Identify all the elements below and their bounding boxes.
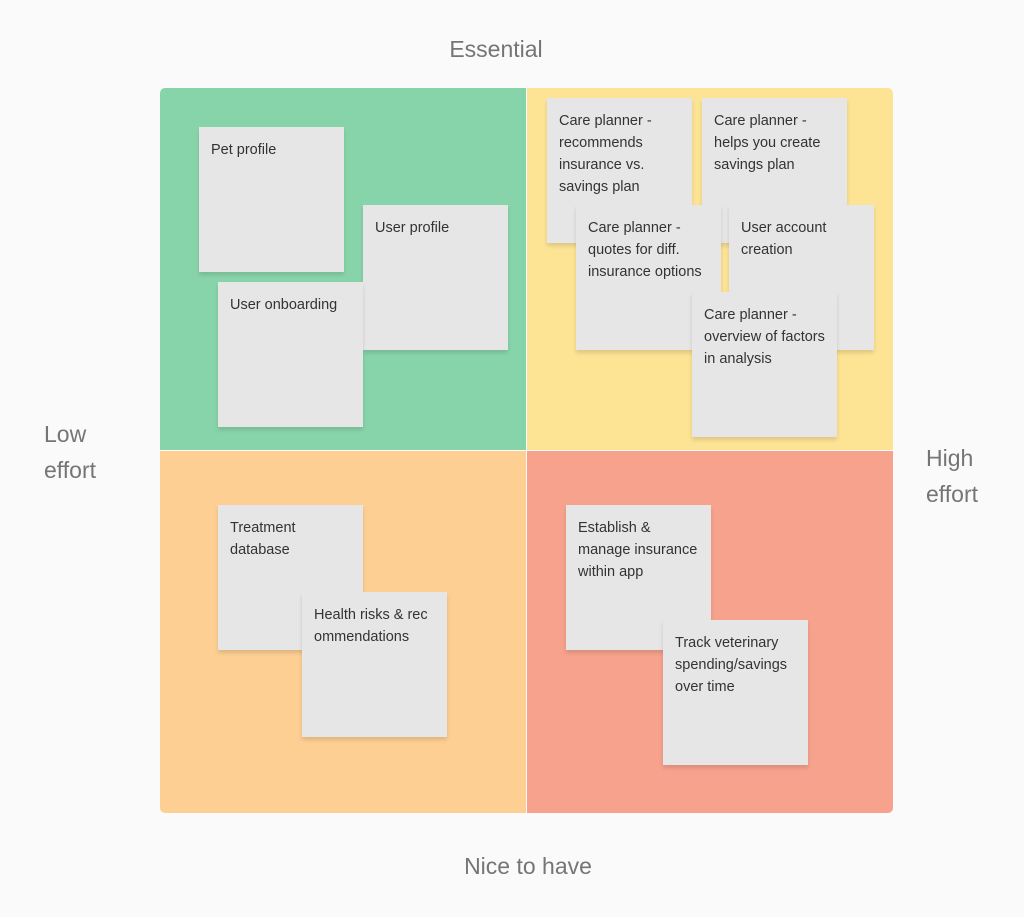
axis-label-low-effort: Low effort [44,421,96,483]
sticky-note[interactable]: User profile [363,205,508,350]
axis-label-nice-to-have: Nice to have [464,853,592,879]
sticky-note-text: Track veterinary spending/savings over t… [675,635,788,695]
sticky-note-text: Health risks & recommendations [314,607,428,645]
sticky-note[interactable]: Care planner - overview of factors in an… [692,292,837,437]
sticky-note-text: Care planner - helps you create savings … [714,113,821,173]
sticky-note-text: Care planner - quotes for diff. insuranc… [588,220,702,280]
sticky-note[interactable]: User onboarding [218,282,363,427]
sticky-note-text: Care planner - recommends insurance vs. … [559,113,652,195]
sticky-note[interactable]: Track veterinary spending/savings over t… [663,620,808,765]
sticky-note-text: User onboarding [230,297,338,313]
sticky-note-text: Treatment database [230,520,296,558]
sticky-note[interactable]: Pet profile [199,127,344,272]
sticky-note[interactable]: Health risks & recommendations [302,592,447,737]
axis-label-high-effort: High effort [926,445,978,507]
axis-label-essential: Essential [449,36,543,62]
sticky-note-text: Pet profile [211,142,277,158]
sticky-note-text: Establish & manage insurance within app [578,520,698,580]
sticky-note-text: User account creation [741,220,827,258]
sticky-note-text: Care planner - overview of factors in an… [704,307,825,367]
sticky-note-text: User profile [375,220,450,236]
